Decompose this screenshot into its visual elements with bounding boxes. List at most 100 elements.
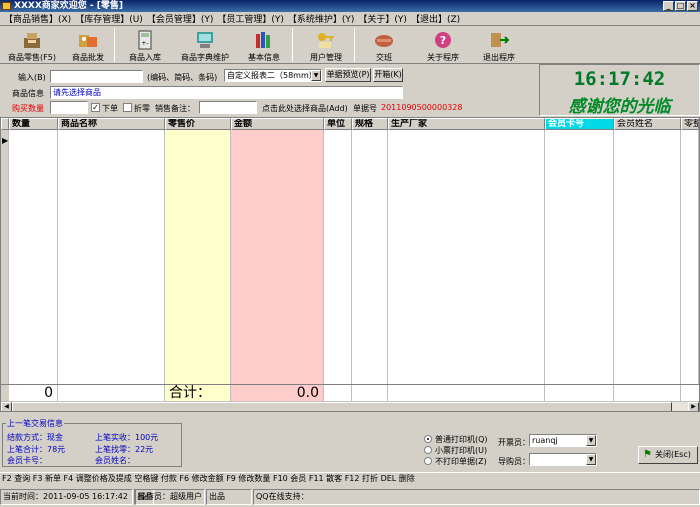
bill-no-value: 2011090500000328 (381, 103, 463, 112)
row-indicator-column (1, 118, 9, 384)
receipt-printer-label: 小票打印机(U) (435, 446, 488, 455)
header-goods-name[interactable]: 商品名称 (58, 118, 165, 130)
tool-exit-program[interactable]: 退出程序 (476, 27, 522, 63)
exit-icon (491, 33, 510, 47)
tool-basic-info[interactable]: 基本信息 (242, 27, 286, 63)
menu-bar: 【商品销售】(X) 【库存管理】(U) 【会员管理】(Y) 【员工管理】(Y) … (0, 12, 700, 26)
header-wholesale-unit[interactable]: 零整 (681, 118, 699, 130)
radio-no-print[interactable] (424, 457, 432, 465)
header-quantity[interactable]: 数量 (9, 118, 58, 130)
menu-members[interactable]: 【会员管理】(Y) (147, 12, 214, 25)
header-retail-price[interactable]: 零售价 (165, 118, 231, 130)
close-button[interactable]: ⚑ 关闭(Esc) (638, 446, 698, 464)
code-input[interactable] (50, 70, 143, 83)
header-member-card[interactable]: 会员卡号 (545, 118, 614, 130)
menu-staff[interactable]: 【员工管理】(Y) (217, 12, 284, 25)
last-change: 上笔找零：22元 (95, 445, 154, 454)
member-card-column (545, 118, 614, 384)
scroll-left-button[interactable]: ◀ (1, 402, 12, 411)
last-transaction-panel: 上一笔交易信息 结款方式：现金 上笔实收：100元 上笔合计：78元 上笔找零：… (2, 418, 182, 467)
cash-register-icon (24, 33, 40, 48)
horizontal-scrollbar[interactable]: ◀ ▶ (1, 401, 699, 411)
place-order-checkbox[interactable]: ✓ (91, 103, 100, 112)
scroll-thumb[interactable] (12, 402, 672, 411)
discount-checkbox[interactable] (123, 103, 132, 112)
quantity-label: 购买数量 (12, 104, 44, 113)
tool-retail[interactable]: 商品零售(F5) (4, 27, 60, 63)
guide-select[interactable]: ▼ (529, 453, 597, 466)
tool-stock-in[interactable]: +- 商品入库 (120, 27, 170, 63)
header-spec[interactable]: 规格 (352, 118, 388, 130)
bill-no-label: 单据号 (353, 104, 377, 113)
scroll-right-button[interactable]: ▶ (688, 402, 699, 411)
radio-normal-printer[interactable] (424, 435, 432, 443)
running-man-icon: ⚑ (643, 449, 652, 460)
tool-about-program[interactable]: ? 关于程序 (416, 27, 470, 63)
help-icon: ? (435, 32, 451, 48)
header-amount[interactable]: 金额 (231, 118, 324, 130)
handshake-icon (375, 35, 393, 47)
wholesale-unit-column (681, 118, 699, 384)
tool-goods-dictionary[interactable]: 商品字典维护 (176, 27, 234, 63)
menu-sales[interactable]: 【商品销售】(X) (4, 12, 71, 25)
place-order-label: 下单 (102, 104, 118, 113)
last-transaction-title: 上一笔交易信息 (6, 418, 64, 429)
header-unit[interactable]: 单位 (324, 118, 352, 130)
wholesale-icon (79, 35, 97, 47)
clock-display: 16:17:42 (573, 68, 666, 90)
totals-row: 0 合计： 0.0 (1, 384, 699, 401)
quantity-input[interactable] (50, 101, 88, 114)
select-goods-link[interactable]: 点击此处选择商品(Add) (262, 103, 348, 114)
menu-system[interactable]: 【系统维护】(Y) (288, 12, 355, 25)
tool-user-management[interactable]: 用户管理 (302, 27, 350, 63)
maximize-button[interactable]: □ (675, 1, 686, 11)
corner-header (1, 118, 9, 130)
sales-note-label: 销售备注： (155, 104, 195, 113)
cashier-select[interactable]: ruanqj ▼ (529, 434, 597, 447)
last-total: 上笔合计：78元 (7, 445, 66, 454)
print-template-select[interactable]: 自定义报表二（58mm） ▼ (224, 69, 322, 82)
goods-info-field: 请先选择商品 (50, 86, 403, 99)
books-icon (256, 32, 270, 48)
calculator-icon: +- (138, 30, 152, 50)
tool-shift-change[interactable]: 交班 (360, 27, 408, 63)
spec-column (352, 118, 388, 384)
input-hint: (编码、简码、条码) (147, 73, 218, 82)
cashier-label: 开票员： (498, 438, 530, 447)
menu-about[interactable]: 【关于】(Y) (358, 12, 407, 25)
title-bar: XXXX商家欢迎您 - [零售] _ □ × (0, 0, 700, 12)
sales-note-input[interactable] (199, 101, 257, 114)
close-window-button[interactable]: × (687, 1, 698, 11)
keys-icon (318, 33, 334, 48)
header-member-name[interactable]: 会员姓名 (614, 118, 681, 130)
sales-grid[interactable]: 数量 商品名称 零售价 金额 单位 规格 生产厂家 会员卡号 会员姓名 零整 ▶… (0, 117, 700, 412)
computer-icon (197, 32, 213, 48)
thanks-message: 感谢您的光临 (568, 97, 671, 117)
clock-panel: 16:17:42 感谢您的光临 (539, 64, 700, 117)
header-manufacturer[interactable]: 生产厂家 (388, 118, 545, 130)
current-row-arrow-icon: ▶ (2, 136, 9, 145)
menu-exit[interactable]: 【退出】(Z) (411, 12, 460, 25)
guide-label: 导购员： (498, 457, 530, 466)
open-drawer-button[interactable]: 开箱(K) (373, 68, 403, 82)
retail-price-column (165, 118, 231, 384)
total-quantity: 0 (9, 385, 58, 401)
preview-button[interactable]: 单据预览(P) (325, 68, 371, 82)
menu-inventory[interactable]: 【库存管理】(U) (75, 12, 143, 25)
total-label: 合计： (165, 385, 231, 401)
minimize-button[interactable]: _ (663, 1, 674, 11)
svg-text:?: ? (440, 34, 446, 47)
toolbar: 商品零售(F5) 商品批发 +- 商品入库 商品字典维护 基本信息 用户管理 交… (0, 26, 700, 64)
sale-form: 输入(B) (编码、简码、条码) 自定义报表二（58mm） ▼ 单据预览(P) … (0, 64, 538, 116)
app-icon (2, 2, 11, 10)
radio-receipt-printer[interactable] (424, 446, 432, 454)
tool-wholesale[interactable]: 商品批发 (66, 27, 110, 63)
hotkey-hints: F2 查询 F3 新单 F4 调整价格及提成 空格键 付款 F6 修改金额 F9… (0, 472, 700, 485)
last-member-name: 会员姓名： (95, 456, 135, 465)
last-member-card: 会员卡号： (7, 456, 47, 465)
status-time: 当前时间：2011-09-05 16:17:42 (0, 489, 133, 505)
chevron-down-icon: ▼ (311, 70, 321, 81)
total-amount: 0.0 (231, 385, 324, 401)
quantity-column (9, 118, 58, 384)
status-bar: 当前时间：2011-09-05 16:17:42 出品 操作员：超级用户 出品 … (0, 488, 700, 507)
